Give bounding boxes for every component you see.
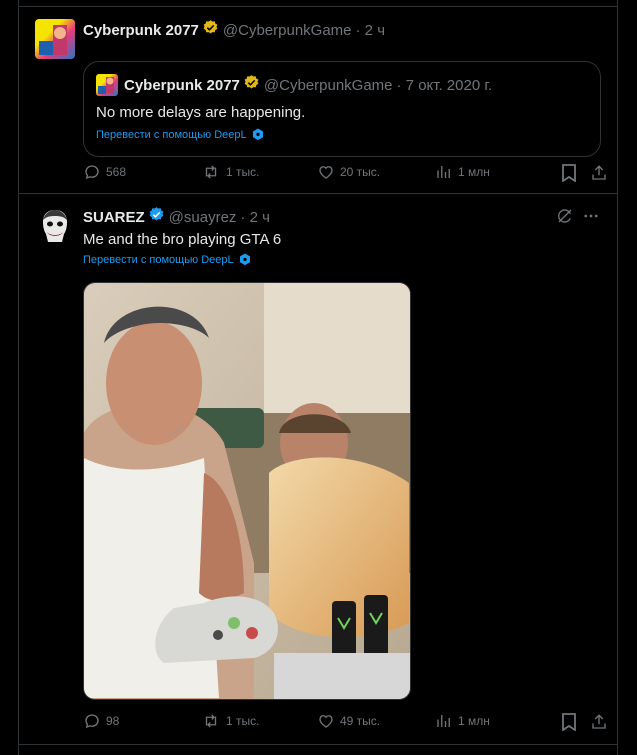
quoted-date: · 7 окт. 2020 г. — [396, 76, 493, 94]
timestamp[interactable]: · 2 ч — [356, 22, 386, 39]
more-button[interactable] — [581, 206, 601, 226]
quoted-text: No more delays are happening. — [96, 104, 306, 121]
views-icon — [437, 715, 450, 727]
share-button[interactable] — [589, 163, 609, 183]
share-button[interactable] — [589, 712, 609, 732]
reply-button[interactable]: 98 — [83, 712, 119, 730]
repost-count: 1 тыс. — [226, 165, 260, 179]
divider — [19, 744, 617, 745]
avatar — [96, 74, 118, 96]
avatar[interactable] — [35, 19, 75, 59]
views-icon — [437, 166, 450, 178]
reply-icon — [85, 714, 99, 729]
author-handle[interactable]: @suayrez — [169, 209, 237, 226]
action-bar: 98 1 тыс. 49 тыс. 1 млн — [83, 712, 606, 732]
timestamp[interactable]: · 2 ч — [240, 209, 270, 226]
deepl-icon — [239, 253, 250, 266]
avatar[interactable] — [35, 206, 75, 246]
more-icon — [584, 214, 598, 218]
like-button[interactable]: 20 тыс. — [317, 163, 380, 181]
bookmark-icon — [562, 164, 576, 182]
grok-button[interactable] — [555, 206, 575, 226]
quoted-tweet[interactable]: Cyberpunk 2077 @CyberpunkGame · 7 окт. 2… — [83, 61, 601, 157]
reply-count: 568 — [106, 165, 127, 179]
translate-link[interactable]: Перевести с помощью DeepL — [96, 128, 264, 141]
views-button[interactable]: 1 млн — [435, 163, 490, 181]
repost-count: 1 тыс. — [226, 714, 260, 728]
quoted-author-name: Cyberpunk 2077 — [124, 76, 240, 94]
gold-verified-badge-icon — [202, 19, 219, 41]
bookmark-icon — [562, 713, 576, 731]
gold-verified-badge-icon — [243, 74, 260, 96]
repost-icon — [205, 165, 217, 179]
share-icon — [592, 165, 606, 180]
action-bar: 568 1 тыс. 20 тыс. 1 млн — [83, 163, 606, 183]
like-icon — [319, 715, 333, 728]
tweet-photo[interactable] — [83, 282, 411, 700]
author-handle[interactable]: @CyberpunkGame — [223, 22, 352, 39]
share-icon — [592, 714, 606, 729]
repost-button[interactable]: 1 тыс. — [201, 163, 259, 181]
repost-icon — [205, 714, 217, 728]
tweet-text: Me and the bro playing GTA 6 — [83, 231, 282, 248]
reply-count: 98 — [106, 714, 120, 728]
bookmark-button[interactable] — [559, 712, 579, 732]
author-name[interactable]: SUAREZ — [83, 209, 145, 226]
deepl-icon — [252, 128, 263, 141]
tweet-cyberpunk[interactable]: Cyberpunk 2077 @CyberpunkGame · 2 ч Cybe… — [19, 7, 617, 193]
timeline: Cyberpunk 2077 @CyberpunkGame · 2 ч Cybe… — [18, 0, 618, 755]
translate-label: Перевести с помощью DeepL — [96, 128, 247, 141]
grok-icon — [558, 209, 572, 223]
bookmark-button[interactable] — [559, 163, 579, 183]
views-button[interactable]: 1 млн — [435, 712, 490, 730]
like-count: 49 тыс. — [340, 714, 381, 728]
quoted-author-handle: @CyberpunkGame — [263, 76, 393, 94]
repost-button[interactable]: 1 тыс. — [201, 712, 259, 730]
like-button[interactable]: 49 тыс. — [317, 712, 380, 730]
author-name[interactable]: Cyberpunk 2077 — [83, 22, 199, 39]
blue-verified-badge-icon — [148, 206, 165, 228]
reply-button[interactable]: 568 — [83, 163, 126, 181]
reply-icon — [85, 165, 99, 180]
like-count: 20 тыс. — [340, 165, 381, 179]
translate-label: Перевести с помощью DeepL — [83, 253, 234, 266]
views-count: 1 млн — [458, 714, 490, 728]
like-icon — [319, 166, 333, 179]
translate-link[interactable]: Перевести с помощью DeepL — [83, 253, 251, 266]
views-count: 1 млн — [458, 165, 490, 179]
photo-image — [84, 283, 410, 699]
